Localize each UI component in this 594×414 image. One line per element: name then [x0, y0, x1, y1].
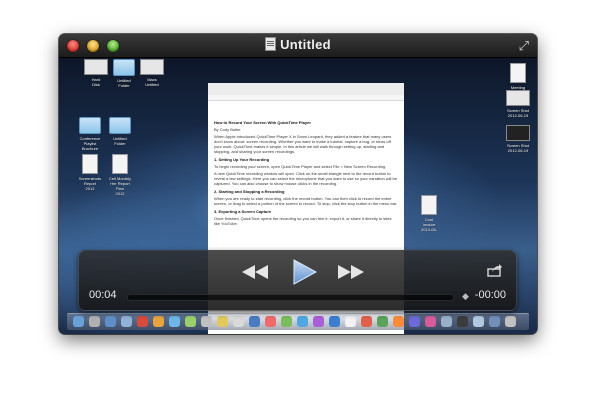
dock-app-icon[interactable]	[329, 316, 340, 327]
rewind-button[interactable]	[241, 264, 269, 280]
document-icon	[265, 37, 277, 51]
folder-icon	[113, 59, 135, 76]
dock-app-icon[interactable]	[73, 316, 84, 327]
fast-forward-icon	[338, 265, 351, 279]
dock-app-icon[interactable]	[185, 316, 196, 327]
dock-app-icon[interactable]	[281, 316, 292, 327]
fast-forward-button[interactable]	[337, 264, 365, 280]
dock-app-icon[interactable]	[217, 316, 228, 327]
dock-app-icon[interactable]	[409, 316, 420, 327]
dock-app-icon[interactable]	[265, 316, 276, 327]
document-icon	[421, 195, 437, 215]
scrubber-track[interactable]	[127, 294, 454, 301]
desktop-icon-screenshot-1: Screen Shot 2012-06-19	[501, 90, 535, 118]
rewind-icon	[242, 265, 255, 279]
dock-app-icon[interactable]	[201, 316, 212, 327]
dock-app-icon[interactable]	[169, 316, 180, 327]
dock-app-icon[interactable]	[489, 316, 500, 327]
file-icon	[140, 59, 164, 75]
desktop-icon-folder-2: Untitled Folder	[103, 117, 137, 146]
fullscreen-icon[interactable]: ⤢	[519, 38, 529, 54]
document-section-1-body: To begin recording your screen, open Qui…	[214, 164, 387, 169]
document-byline: By Cody Butler	[214, 127, 241, 132]
desktop-icon-brochure: Conference Playlist Brochure	[73, 117, 107, 151]
dock-app-icon[interactable]	[377, 316, 388, 327]
document-section-3: 3. Exporting a Screen Capture	[214, 209, 272, 214]
window-title-text: Untitled	[280, 37, 331, 52]
desktop-icon-report: Screenshots Report 2012	[73, 154, 107, 191]
playhead-diamond-icon[interactable]: ◆	[462, 291, 469, 302]
image-icon	[506, 125, 530, 141]
dock-app-icon[interactable]	[425, 316, 436, 327]
document-icon	[82, 154, 98, 174]
share-button[interactable]	[487, 263, 503, 277]
dock-app-icon[interactable]	[313, 316, 324, 327]
dock-app-icon[interactable]	[473, 316, 484, 327]
document-title: How to Record Your Screen With QuickTime…	[214, 120, 311, 125]
document-text: How to Record Your Screen With QuickTime…	[214, 117, 398, 228]
desktop-icon-plan: Cell Monthly Her Report Plan 2012	[103, 154, 137, 196]
dock-app-icon[interactable]	[153, 316, 164, 327]
playback-controller: 00:04 ◆ -00:00	[78, 250, 517, 311]
play-button[interactable]	[289, 258, 319, 286]
dock-app-icon[interactable]	[89, 316, 100, 327]
desktop-icon-macs: Macs Untitled	[135, 59, 169, 87]
desktop-icon-screenshot-2: Screen Shot 2012-06-19	[501, 125, 535, 153]
folder-icon	[109, 117, 131, 134]
dock-app-icon[interactable]	[441, 316, 452, 327]
dock-app-icon[interactable]	[505, 316, 516, 327]
dock-app-icon[interactable]	[105, 316, 116, 327]
document-section-1: 1. Setting Up Your Recording	[214, 157, 270, 162]
dock-app-icon[interactable]	[233, 316, 244, 327]
desktop-icon-invoice: Cont Invoice 2013-06-	[412, 195, 446, 232]
document-section-3-body: Once finished, QuickTime opens the recor…	[214, 216, 392, 226]
dock-app-icon[interactable]	[345, 316, 356, 327]
document-icon	[510, 63, 526, 83]
drive-icon	[84, 59, 108, 75]
dock-app-icon[interactable]	[249, 316, 260, 327]
title-bar: Untitled ⤢	[59, 34, 537, 58]
document-icon	[112, 154, 128, 174]
document-intro: When Apple introduced QuickTime Player X…	[214, 134, 392, 154]
document-section-2-body: When you are ready to start recording, c…	[214, 196, 398, 206]
dock-app-icon[interactable]	[121, 316, 132, 327]
image-icon	[506, 90, 530, 106]
dock-app-icon[interactable]	[393, 316, 404, 327]
folder-icon	[79, 117, 101, 134]
dock-app-icon[interactable]	[137, 316, 148, 327]
window-title: Untitled	[59, 37, 537, 52]
play-icon	[293, 259, 318, 285]
document-ruler	[208, 95, 404, 101]
document-section-1-body-2: A new QuickTime recording window will op…	[214, 171, 397, 186]
dock-app-icon[interactable]	[457, 316, 468, 327]
remaining-time: -00:00	[474, 289, 506, 301]
dock	[67, 313, 529, 330]
document-section-2: 2. Starting and Stopping a Recording	[214, 189, 285, 194]
elapsed-time: 00:04	[89, 289, 117, 301]
dock-app-icon[interactable]	[297, 316, 308, 327]
dock-app-icon[interactable]	[361, 316, 372, 327]
